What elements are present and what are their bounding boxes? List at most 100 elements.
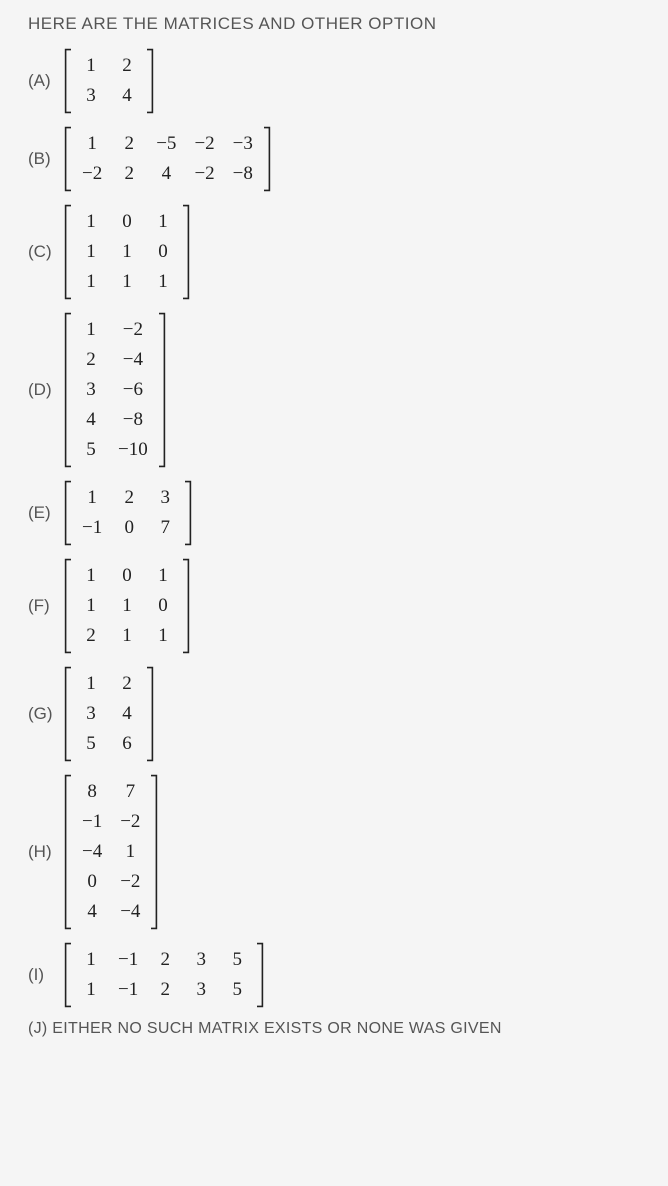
matrix-cell: −4 [82, 841, 102, 863]
matrix-cell: 2 [120, 487, 138, 509]
matrix-grid: 101110211 [74, 563, 180, 649]
option-label: (D) [28, 380, 54, 400]
matrix-cell: −1 [82, 517, 102, 539]
option-label: (C) [28, 242, 54, 262]
matrix-grid: 123 −1 07 [74, 485, 182, 541]
matrix-cell: 1 [118, 271, 136, 293]
option-item: (E)123−107 [28, 480, 640, 546]
matrix-grid: 101110111 [74, 209, 180, 295]
matrix-grid: 1−12351−1235 [74, 947, 254, 1003]
matrix-cell: 2 [82, 349, 100, 371]
option-item: (A) 1234 [28, 48, 640, 114]
matrix-cell: 1 [82, 949, 100, 971]
matrix-grid: 1234 [74, 53, 144, 109]
matrix-cell: 1 [82, 55, 100, 77]
option-item: (B)12−5−2−3−224−2−8 [28, 126, 640, 192]
matrix-cell: 1 [82, 487, 102, 509]
matrix-grid: 123456 [74, 671, 144, 757]
matrix-cell: 1 [82, 133, 102, 155]
matrix-cell: 2 [118, 55, 136, 77]
left-bracket-icon [64, 204, 74, 300]
option-item: (G) 123456 [28, 666, 640, 762]
matrix-cell: 5 [82, 439, 100, 461]
matrix-cell: −2 [194, 163, 214, 185]
left-bracket-icon [64, 942, 74, 1008]
matrix-cell: 3 [82, 85, 100, 107]
option-label: (H) [28, 842, 54, 862]
matrix-cell: 1 [82, 319, 100, 341]
matrix-cell: 1 [82, 211, 100, 233]
matrix-cell: 5 [82, 733, 100, 755]
option-label: (F) [28, 596, 54, 616]
matrix: 12−5−2−3−224−2−8 [64, 126, 271, 192]
matrix-cell: 0 [120, 517, 138, 539]
option-item: (D)1−22−43−64−85−10 [28, 312, 640, 468]
matrix-cell: 1 [82, 565, 100, 587]
matrix-grid: 87−1−2−410−24−4 [74, 779, 148, 925]
matrix-cell: −5 [156, 133, 176, 155]
matrix-cell: 1 [82, 979, 100, 1001]
matrix-cell: 0 [118, 211, 136, 233]
matrix-cell: 1 [154, 565, 172, 587]
left-bracket-icon [64, 558, 74, 654]
option-j-text: (J) EITHER NO SUCH MATRIX EXISTS OR NONE… [28, 1020, 640, 1038]
matrix: 87−1−2−410−24−4 [64, 774, 158, 930]
matrix-cell: −2 [120, 811, 140, 833]
matrix: 123456 [64, 666, 154, 762]
matrix-cell: 0 [154, 241, 172, 263]
page-heading: HERE ARE THE MATRICES AND OTHER OPTION [28, 14, 640, 34]
options-list: (A)1234(B)12−5−2−3−224−2−8(C)101110111(D… [28, 48, 640, 1008]
option-label: (A) [28, 71, 54, 91]
right-bracket-icon [148, 774, 158, 930]
matrix-cell: 1 [118, 595, 136, 617]
right-bracket-icon [182, 480, 192, 546]
option-item: (H)87−1−2−410−24−4 [28, 774, 640, 930]
matrix-cell: 0 [118, 565, 136, 587]
matrix-cell: 7 [156, 517, 174, 539]
right-bracket-icon [144, 666, 154, 762]
matrix-cell: 1 [82, 271, 100, 293]
left-bracket-icon [64, 48, 74, 114]
matrix-cell: 2 [118, 673, 136, 695]
option-item: (C) 101110111 [28, 204, 640, 300]
matrix-cell: 1 [154, 271, 172, 293]
matrix-cell: −8 [233, 163, 253, 185]
matrix: 101110111 [64, 204, 190, 300]
matrix: 1−22−43−64−85−10 [64, 312, 166, 468]
matrix: 1234 [64, 48, 154, 114]
matrix-cell: 3 [156, 487, 174, 509]
right-bracket-icon [180, 204, 190, 300]
matrix-cell: 3 [192, 979, 210, 1001]
matrix-cell: −8 [118, 409, 148, 431]
right-bracket-icon [254, 942, 264, 1008]
matrix-cell: 7 [120, 781, 140, 803]
matrix-cell: −1 [118, 949, 138, 971]
matrix-cell: 6 [118, 733, 136, 755]
matrix-cell: 1 [154, 211, 172, 233]
matrix-cell: 4 [118, 703, 136, 725]
option-label: (B) [28, 149, 54, 169]
matrix-cell: 2 [156, 979, 174, 1001]
matrix-cell: 4 [82, 901, 102, 923]
matrix-cell: −2 [118, 319, 148, 341]
matrix-cell: 0 [154, 595, 172, 617]
matrix-cell: 4 [82, 409, 100, 431]
matrix-cell: 4 [156, 163, 176, 185]
right-bracket-icon [144, 48, 154, 114]
option-label: (G) [28, 704, 54, 724]
left-bracket-icon [64, 774, 74, 930]
matrix-cell: −2 [194, 133, 214, 155]
matrix-cell: −1 [82, 811, 102, 833]
matrix-cell: −4 [120, 901, 140, 923]
matrix-cell: 1 [118, 625, 136, 647]
matrix-cell: 1 [154, 625, 172, 647]
matrix-cell: 1 [82, 595, 100, 617]
matrix-cell: 2 [82, 625, 100, 647]
matrix-cell: −4 [118, 349, 148, 371]
matrix-cell: −10 [118, 439, 148, 461]
matrix: 101110211 [64, 558, 190, 654]
left-bracket-icon [64, 480, 74, 546]
matrix-cell: −1 [118, 979, 138, 1001]
matrix-cell: 2 [156, 949, 174, 971]
matrix: 1−12351−1235 [64, 942, 264, 1008]
